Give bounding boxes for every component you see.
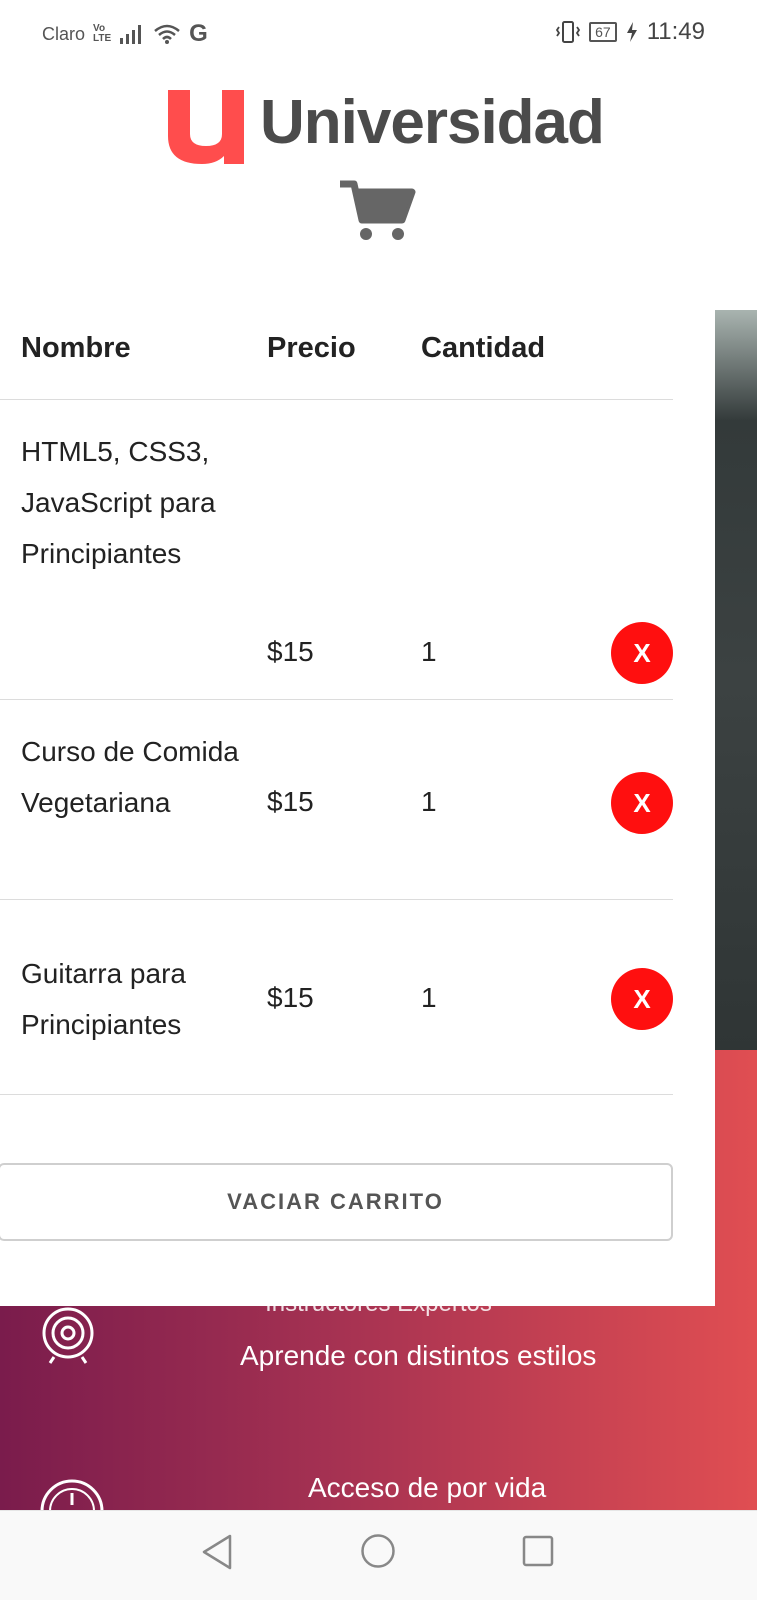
logo-text: Universidad — [260, 88, 605, 157]
wifi-icon — [154, 24, 180, 44]
android-nav-bar — [0, 1510, 757, 1600]
clock-time: 11:49 — [646, 18, 705, 45]
volte-indicator: Vo LTE — [93, 23, 112, 44]
item-quantity: 1 — [421, 636, 437, 667]
remove-item-button[interactable]: X — [611, 622, 673, 684]
item-quantity: 1 — [421, 786, 437, 817]
status-left: Claro Vo LTE G — [42, 20, 208, 48]
status-bar: Claro Vo LTE G 67 11:49 — [0, 0, 757, 64]
item-price: $15 — [267, 982, 314, 1013]
university-logo[interactable]: Universidad — [166, 90, 605, 170]
column-header-price: Precio — [267, 332, 356, 364]
logo-u-mark — [168, 90, 244, 164]
empty-cart-button[interactable]: VACIAR CARRITO — [0, 1163, 673, 1241]
signal-icon — [120, 25, 142, 44]
table-row: Curso de Comida Vegetariana $15 1 X — [0, 700, 673, 900]
battery-level: 67 — [589, 22, 617, 42]
back-icon[interactable] — [200, 1533, 236, 1571]
item-name: HTML5, CSS3, JavaScript para Principiant… — [21, 436, 216, 569]
item-price: $15 — [267, 786, 314, 817]
column-header-name: Nombre — [21, 332, 131, 364]
column-header-quantity: Cantidad — [421, 332, 546, 364]
cart-table-header: Nombre Precio Cantidad — [0, 290, 673, 400]
remove-item-button[interactable]: X — [611, 968, 673, 1030]
item-name: Guitarra para Principiantes — [21, 958, 186, 1040]
target-icon — [42, 1307, 94, 1364]
table-row: Guitarra para Principiantes $15 1 X — [0, 900, 673, 1095]
cart-dropdown-panel: Nombre Precio Cantidad HTML5, CSS3, Java… — [0, 290, 715, 1306]
shopping-cart-icon[interactable] — [340, 180, 416, 244]
stopwatch-icon — [40, 1479, 104, 1515]
charging-icon — [626, 22, 637, 42]
feature-estilos: Aprende con distintos estilos — [240, 1340, 597, 1371]
status-right: 67 11:49 — [555, 18, 705, 46]
item-name: Curso de Comida Vegetariana — [21, 736, 239, 818]
feature-acceso: Acceso de por vida — [308, 1472, 547, 1503]
remove-item-button[interactable]: X — [611, 772, 673, 834]
recent-apps-icon[interactable] — [522, 1535, 554, 1567]
home-icon[interactable] — [360, 1533, 396, 1569]
carrier-name: Claro — [42, 23, 86, 44]
vibrate-icon — [556, 21, 581, 43]
table-row: HTML5, CSS3, JavaScript para Principiant… — [0, 400, 673, 700]
item-price: $15 — [267, 636, 314, 667]
item-quantity: 1 — [421, 982, 437, 1013]
network-type: G — [189, 20, 208, 47]
